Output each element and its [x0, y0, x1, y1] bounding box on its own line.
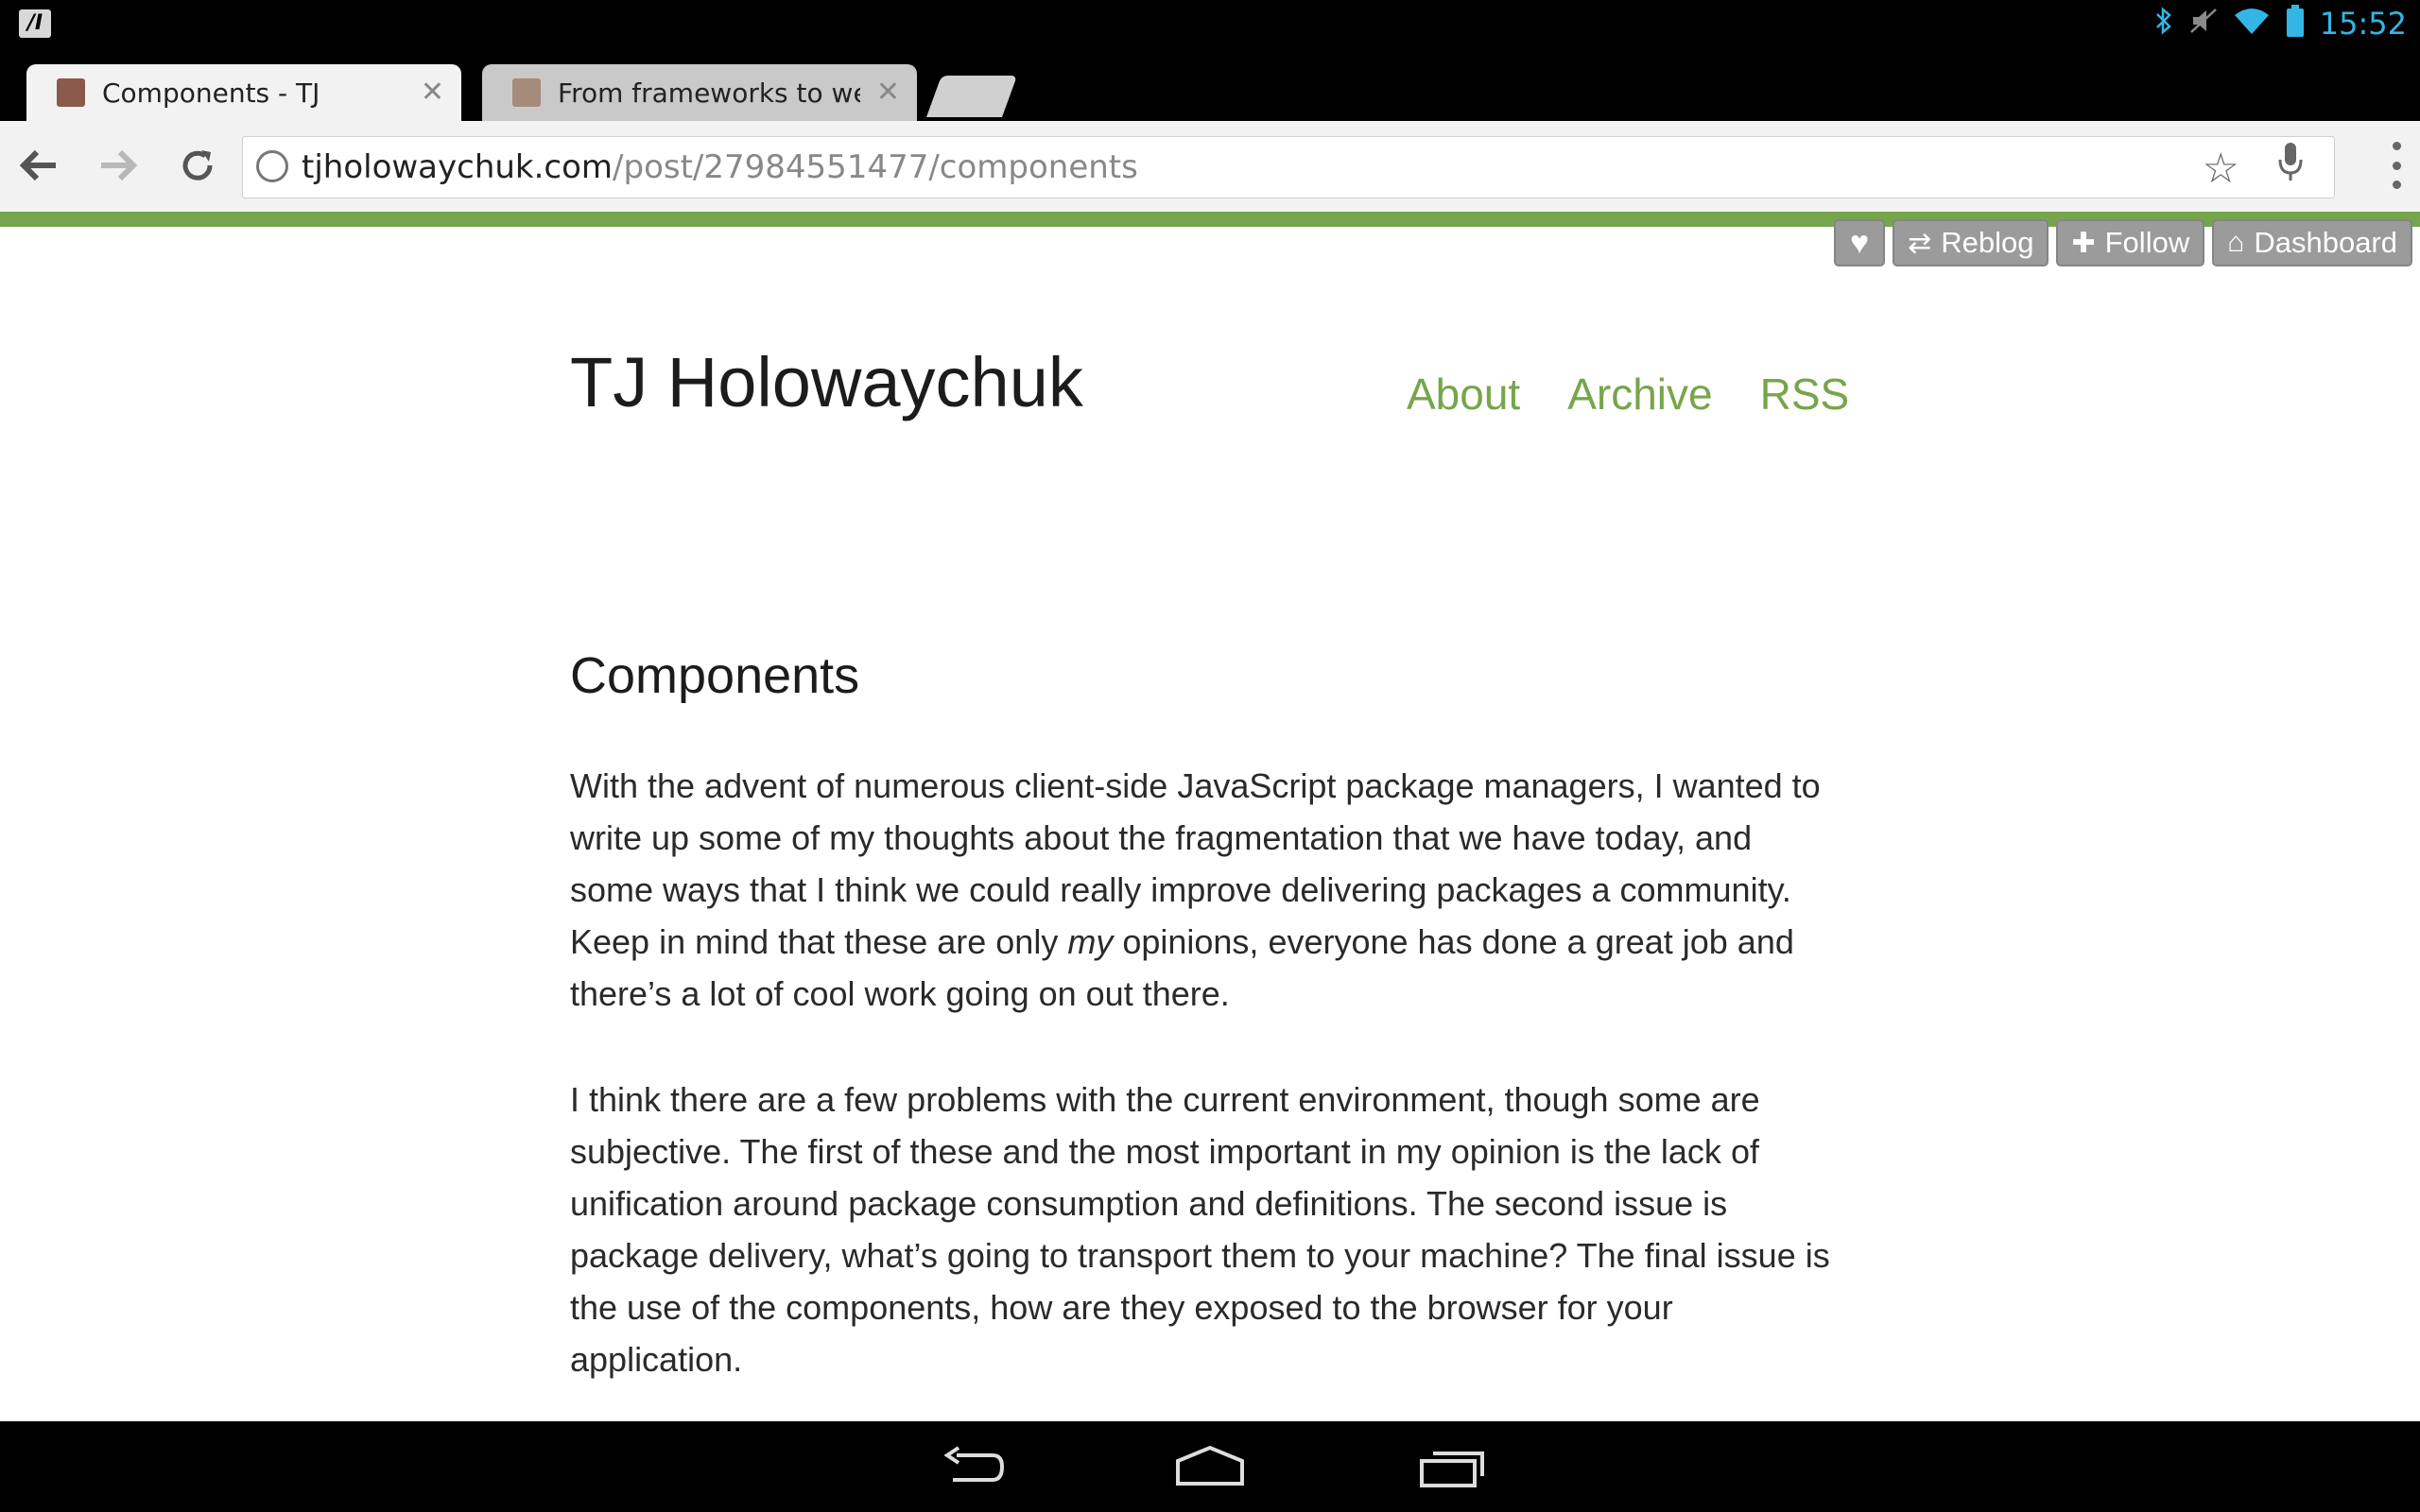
favicon	[57, 78, 85, 107]
follow-button[interactable]: ✚ Follow	[2056, 219, 2205, 266]
nav-archive-link[interactable]: Archive	[1567, 369, 1712, 420]
back-button[interactable]	[15, 142, 62, 189]
bluetooth-icon	[2153, 6, 2174, 43]
post-paragraph: I think there are a few problems with th…	[570, 1080, 1830, 1379]
reblog-icon: ⇄	[1908, 227, 1932, 259]
status-bar: /I 15:52	[0, 0, 2420, 47]
arrow-right-icon	[101, 149, 138, 181]
tab-title: From frameworks to web	[558, 77, 860, 109]
post-title: Components	[570, 647, 860, 704]
reload-button[interactable]	[174, 142, 221, 189]
web-page: ♥ ⇄ Reblog ✚ Follow ⌂ Dashboard TJ Holowayc…	[0, 212, 2420, 1421]
clock: 15:52	[2319, 6, 2407, 42]
reload-icon	[182, 150, 213, 180]
tab-title: Components - TJ	[102, 77, 320, 109]
home-icon: ⌂	[2227, 227, 2245, 258]
system-nav-bar	[0, 1421, 2420, 1512]
plus-icon: ✚	[2071, 227, 2096, 259]
nav-about-link[interactable]: About	[1407, 369, 1520, 420]
post-paragraph: With the advent of numerous client-side …	[570, 766, 1821, 1013]
star-icon[interactable]: ☆	[2203, 145, 2239, 193]
close-tab-icon[interactable]: ✕	[876, 76, 900, 109]
mic-button[interactable]	[2267, 138, 2314, 185]
recents-nav-button[interactable]	[1414, 1442, 1490, 1493]
mic-icon	[2278, 143, 2303, 180]
address-bar[interactable]: tjholowaychuk.com/post/27984551477/compo…	[242, 136, 2335, 198]
overflow-menu-icon[interactable]	[2390, 142, 2403, 189]
tab-components[interactable]: Components - TJ ✕	[26, 64, 461, 121]
wifi-icon	[2233, 6, 2271, 43]
globe-icon	[256, 150, 288, 182]
tab-strip: Components - TJ ✕ From frameworks to web…	[0, 47, 2420, 121]
arrow-left-icon	[19, 149, 56, 181]
url-text: tjholowaychuk.com/post/27984551477/compo…	[302, 148, 1138, 186]
app-notification-icon: /I	[19, 9, 51, 38]
tab-frameworks[interactable]: From frameworks to web ✕	[482, 64, 917, 121]
reblog-button[interactable]: ⇄ Reblog	[1893, 219, 2049, 266]
like-button[interactable]: ♥	[1834, 219, 1886, 266]
blog-title[interactable]: TJ Holowaychuk	[570, 342, 1083, 422]
forward-button[interactable]	[95, 142, 142, 189]
blog-nav: About Archive RSS	[1407, 369, 1849, 420]
new-tab-button[interactable]	[925, 76, 1018, 117]
battery-icon	[2286, 4, 2305, 43]
dashboard-button[interactable]: ⌂ Dashboard	[2212, 219, 2412, 266]
mute-icon	[2189, 6, 2218, 43]
back-nav-button[interactable]	[934, 1442, 1010, 1493]
recents-icon	[1420, 1452, 1484, 1487]
close-tab-icon[interactable]: ✕	[421, 76, 444, 109]
back-icon	[943, 1446, 1005, 1482]
home-icon	[1176, 1445, 1244, 1486]
heart-icon: ♥	[1850, 224, 1870, 261]
browser-toolbar: tjholowaychuk.com/post/27984551477/compo…	[0, 121, 2420, 213]
favicon	[512, 78, 541, 107]
tumblr-controls: ♥ ⇄ Reblog ✚ Follow ⌂ Dashboard	[1834, 219, 2412, 266]
nav-rss-link[interactable]: RSS	[1760, 369, 1850, 420]
home-nav-button[interactable]	[1172, 1442, 1248, 1493]
